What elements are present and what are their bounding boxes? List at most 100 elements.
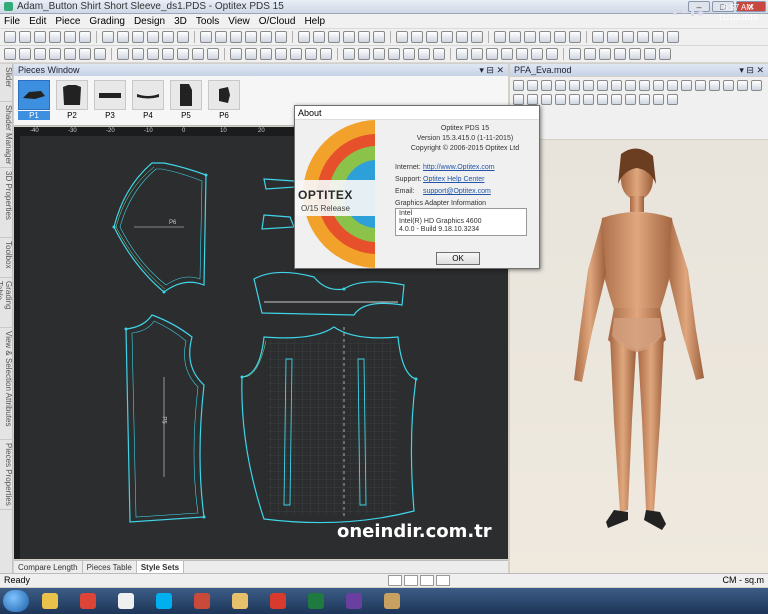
toolbar-tool-icon[interactable] [343,48,355,60]
toolbar-tool-icon[interactable] [524,31,536,43]
toolbar-tool-icon[interactable] [709,80,720,91]
toolbar-tool-icon[interactable] [49,48,61,60]
toolbar-tool-icon[interactable] [177,48,189,60]
toolbar-tool-icon[interactable] [245,48,257,60]
toolbar-tool-icon[interactable] [19,31,31,43]
toolbar-tool-icon[interactable] [230,48,242,60]
toolbar-tool-icon[interactable] [34,48,46,60]
toolbar-tool-icon[interactable] [494,31,506,43]
toolbar-tool-icon[interactable] [177,31,189,43]
toolbar-tool-icon[interactable] [320,48,332,60]
toolbar-tool-icon[interactable] [611,80,622,91]
taskbar-chrome-icon[interactable] [71,590,105,612]
toolbar-tool-icon[interactable] [569,31,581,43]
snap-icon[interactable] [388,575,402,586]
toolbar-tool-icon[interactable] [418,48,430,60]
measure-icon[interactable] [436,575,450,586]
toolbar-tool-icon[interactable] [19,48,31,60]
toolbar-tool-icon[interactable] [328,31,340,43]
toolbar-tool-icon[interactable] [516,48,528,60]
toolbar-tool-icon[interactable] [667,31,679,43]
toolbar-tool-icon[interactable] [554,31,566,43]
tab-grading-table[interactable]: Grading Table [0,278,13,328]
internet-link[interactable]: http://www.Optitex.com [423,162,495,174]
toolbar-tool-icon[interactable] [509,31,521,43]
toolbar-tool-icon[interactable] [260,31,272,43]
email-link[interactable]: support@Optitex.com [423,186,491,198]
toolbar-tool-icon[interactable] [625,80,636,91]
toolbar-tool-icon[interactable] [192,48,204,60]
support-link[interactable]: Optitex Help Center [423,174,484,186]
toolbar-tool-icon[interactable] [102,31,114,43]
toolbar-tool-icon[interactable] [245,31,257,43]
toolbar-tool-icon[interactable] [132,31,144,43]
toolbar-tool-icon[interactable] [584,48,596,60]
toolbar-tool-icon[interactable] [275,48,287,60]
menu-tools[interactable]: Tools [196,16,219,27]
toolbar-tool-icon[interactable] [622,31,634,43]
toolbar-tool-icon[interactable] [230,31,242,43]
taskbar-excel-icon[interactable] [299,590,333,612]
pieces-window-controls[interactable]: ▾ ⊟ ✕ [479,64,504,76]
ok-button[interactable]: OK [436,252,480,265]
toolbar-tool-icon[interactable] [471,31,483,43]
toolbar-tool-icon[interactable] [94,48,106,60]
piece-thumb-p5[interactable]: P5 [170,80,202,120]
toolbar-tool-icon[interactable] [313,31,325,43]
toolbar-tool-icon[interactable] [653,80,664,91]
toolbar-tool-icon[interactable] [49,31,61,43]
3d-view[interactable] [510,140,768,573]
toolbar-tool-icon[interactable] [569,48,581,60]
toolbar-tool-icon[interactable] [260,48,272,60]
toolbar-tool-icon[interactable] [147,48,159,60]
toolbar-tool-icon[interactable] [396,31,408,43]
tab-shader-manager[interactable]: Shader Manager [0,102,13,168]
toolbar-tool-icon[interactable] [441,31,453,43]
toolbar-tool-icon[interactable] [207,48,219,60]
menu-edit[interactable]: Edit [29,16,46,27]
tab-style-sets[interactable]: Style Sets [136,561,185,573]
toolbar-tool-icon[interactable] [681,80,692,91]
toolbar-tool-icon[interactable] [411,31,423,43]
grid-icon[interactable] [404,575,418,586]
menu-help[interactable]: Help [304,16,325,27]
ortho-icon[interactable] [420,575,434,586]
toolbar-tool-icon[interactable] [4,48,16,60]
toolbar-tool-icon[interactable] [597,94,608,105]
menu-view[interactable]: View [228,16,250,27]
toolbar-tool-icon[interactable] [583,80,594,91]
toolbar-tool-icon[interactable] [611,94,622,105]
toolbar-tool-icon[interactable] [513,94,524,105]
toolbar-tool-icon[interactable] [541,94,552,105]
tab-toolbox[interactable]: Toolbox [0,238,13,278]
toolbar-tool-icon[interactable] [639,94,650,105]
toolbar-tool-icon[interactable] [403,48,415,60]
tab-pieces-table[interactable]: Pieces Table [83,561,137,573]
taskbar-clock[interactable]: 5:57 AM 11/10/2015 [719,3,758,23]
tab-compare-length[interactable]: Compare Length [14,561,83,573]
toolbar-tool-icon[interactable] [625,94,636,105]
toolbar-tool-icon[interactable] [79,31,91,43]
toolbar-tool-icon[interactable] [4,31,16,43]
toolbar-tool-icon[interactable] [373,48,385,60]
toolbar-tool-icon[interactable] [79,48,91,60]
toolbar-tool-icon[interactable] [639,80,650,91]
taskbar-optitex-icon[interactable] [375,590,409,612]
toolbar-tool-icon[interactable] [132,48,144,60]
toolbar-tool-icon[interactable] [644,48,656,60]
toolbar-tool-icon[interactable] [305,48,317,60]
toolbar-tool-icon[interactable] [667,94,678,105]
toolbar-tool-icon[interactable] [723,80,734,91]
toolbar-tool-icon[interactable] [343,31,355,43]
units-indicator[interactable]: CM - sq.m [723,574,765,587]
toolbar-tool-icon[interactable] [607,31,619,43]
menu-grading[interactable]: Grading [89,16,125,27]
menu-file[interactable]: File [4,16,20,27]
toolbar-tool-icon[interactable] [614,48,626,60]
tab-slider[interactable]: Slider [0,64,13,102]
toolbar-tool-icon[interactable] [653,94,664,105]
taskbar-pdf-icon[interactable] [109,590,143,612]
toolbar-tool-icon[interactable] [117,31,129,43]
toolbar-tool-icon[interactable] [569,94,580,105]
menu-piece[interactable]: Piece [55,16,80,27]
